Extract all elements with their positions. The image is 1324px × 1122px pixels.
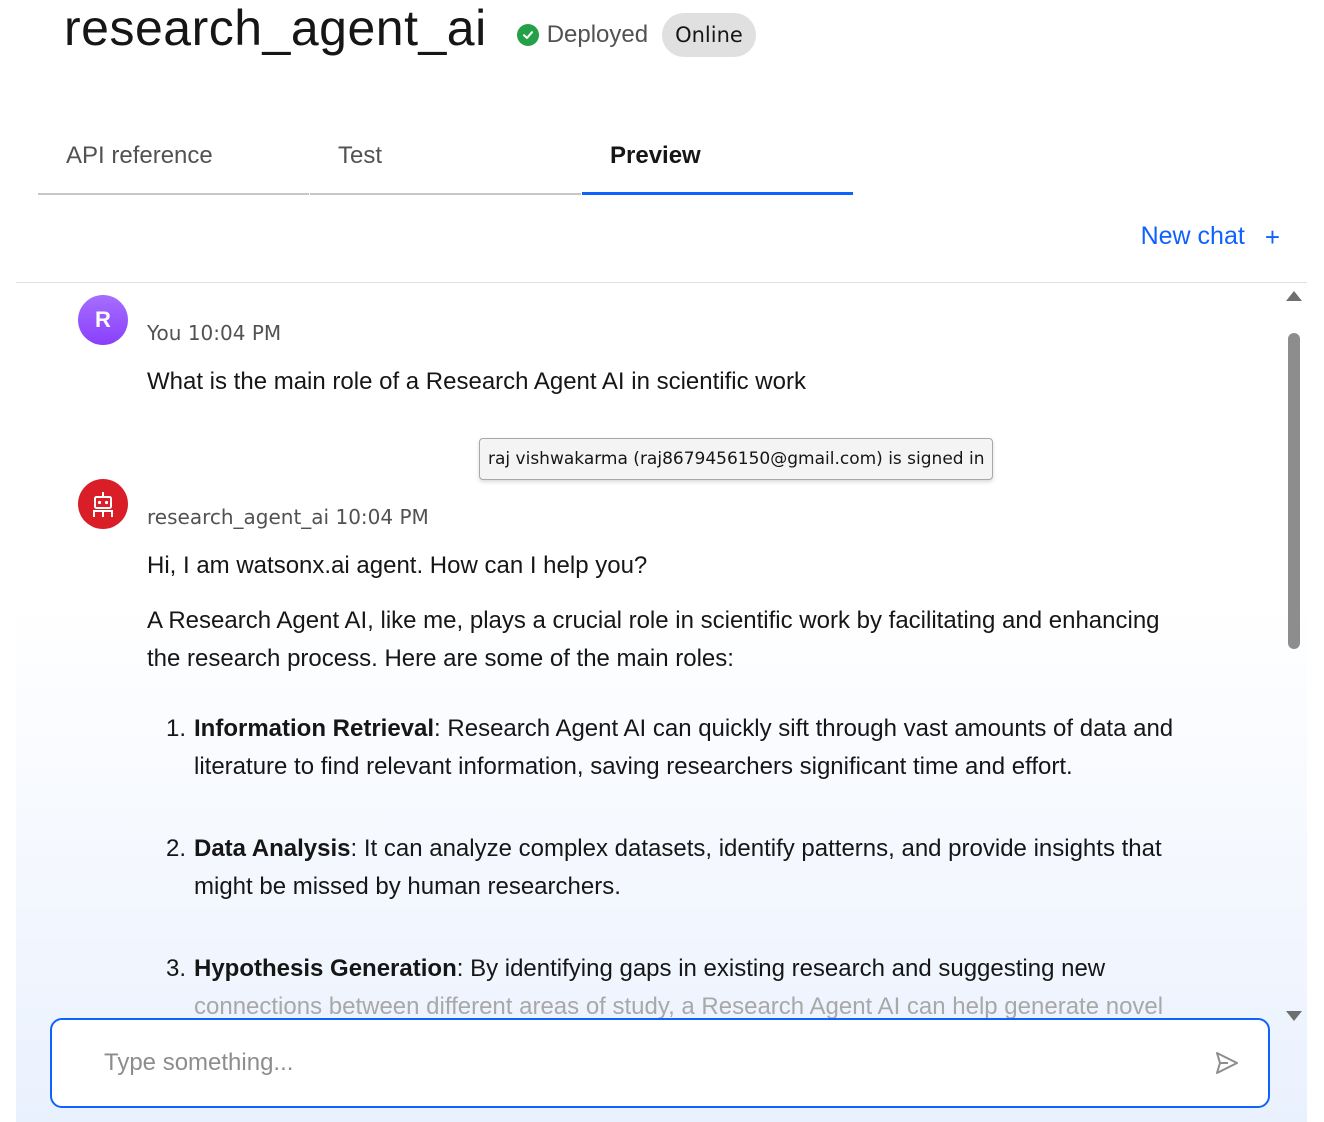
scroll-up-arrow-icon[interactable] [1286, 291, 1302, 301]
send-icon[interactable] [1214, 1050, 1240, 1076]
user-avatar: R [78, 295, 128, 345]
plus-icon: + [1264, 221, 1280, 252]
list-item-text: : By identifying gaps in existing resear… [456, 955, 1106, 982]
list-item-title: Data Analysis [194, 835, 351, 862]
list-item: 2. Data Analysis: It can analyze complex… [166, 830, 1196, 906]
signed-in-tooltip: raj vishwakarma (raj8679456150@gmail.com… [479, 438, 994, 480]
robot-icon [93, 492, 113, 517]
deployment-status: Deployed [516, 21, 649, 49]
chat-panel: R You 10:04 PM What is the main role of … [16, 282, 1307, 1122]
message-input-box[interactable] [50, 1018, 1270, 1108]
scroll-down-arrow-icon[interactable] [1286, 1011, 1302, 1021]
list-item-text-faded: connections between different areas of s… [194, 993, 1164, 1020]
online-badge: Online [662, 13, 756, 57]
chat-scrollbar[interactable] [1285, 291, 1303, 1021]
scrollbar-thumb[interactable] [1288, 333, 1300, 649]
tab-preview[interactable]: Preview [582, 130, 853, 195]
agent-intro-text: A Research Agent AI, like me, plays a cr… [147, 607, 1160, 672]
list-number: 1. [166, 715, 187, 742]
tab-api-reference[interactable]: API reference [38, 130, 309, 195]
page-header: research_agent_ai Deployed Online [64, 0, 756, 70]
list-item-title: Hypothesis Generation [194, 955, 457, 982]
list-item: 3. Hypothesis Generation: By identifying… [166, 950, 1196, 1026]
status-text: Deployed [546, 21, 649, 48]
user-message-text: What is the main role of a Research Agen… [147, 368, 806, 395]
user-message-meta: You 10:04 PM [147, 321, 282, 345]
tab-test[interactable]: Test [310, 130, 581, 195]
checkmark-circle-icon [516, 24, 539, 46]
list-item: 1. Information Retrieval: Research Agent… [166, 710, 1196, 786]
new-chat-label: New chat [1140, 222, 1245, 250]
page-title: research_agent_ai [64, 0, 487, 56]
agent-message-meta: research_agent_ai 10:04 PM [147, 505, 429, 529]
tab-bar: API reference Test Preview [38, 130, 854, 195]
list-number: 2. [166, 835, 187, 862]
list-number: 3. [166, 955, 187, 982]
agent-avatar [78, 479, 128, 529]
message-input[interactable] [104, 1020, 1184, 1106]
list-item-title: Information Retrieval [194, 715, 435, 742]
new-chat-button[interactable]: New chat + [1141, 222, 1280, 251]
agent-greeting-text: Hi, I am watsonx.ai agent. How can I hel… [147, 552, 648, 579]
